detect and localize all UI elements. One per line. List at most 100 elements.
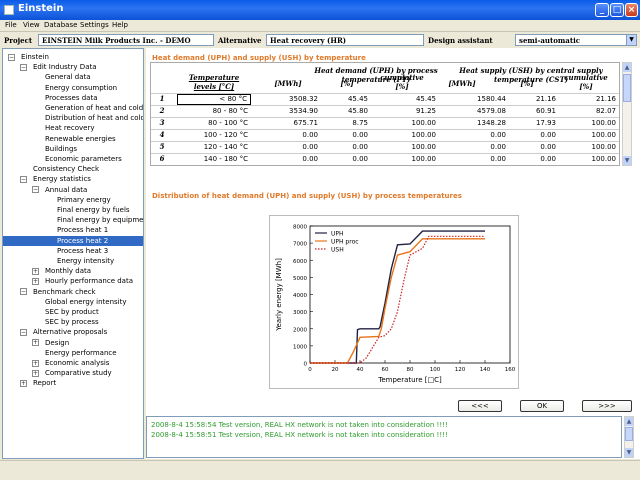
table-cell[interactable]: 45.45 — [371, 94, 439, 105]
table-cell[interactable]: 675.71 — [251, 118, 321, 129]
table-cell[interactable]: 1580.44 — [439, 94, 509, 105]
tree-item[interactable]: SEC by product — [43, 307, 101, 317]
tree-item[interactable]: Report — [31, 378, 58, 388]
temperature-cell[interactable]: 120 - 140 °C — [177, 142, 251, 153]
table-cell[interactable]: 82.07 — [559, 106, 619, 117]
expand-icon[interactable]: + — [32, 267, 39, 275]
collapse-icon[interactable]: − — [20, 288, 27, 296]
tree-item[interactable]: General data — [43, 72, 93, 82]
navigation-tree[interactable]: − Einstein − Edit Industry Data General data… — [2, 48, 144, 459]
temperature-cell[interactable]: 140 - 180 °C — [177, 154, 251, 165]
collapse-icon[interactable]: − — [32, 186, 39, 194]
tree-item[interactable]: Final energy by equipment — [55, 215, 143, 225]
tree-item[interactable]: Final energy by fuels — [55, 205, 132, 215]
tree-item[interactable]: SEC by process — [43, 317, 101, 327]
next-button[interactable]: >>> — [582, 400, 632, 412]
tree-item[interactable]: Economic analysis — [43, 358, 111, 368]
table-cell[interactable]: 60.91 — [509, 106, 559, 117]
tree-item[interactable]: Distribution of heat and cold — [43, 113, 143, 123]
table-cell[interactable]: 17.93 — [509, 118, 559, 129]
table-cell[interactable]: 0.00 — [321, 142, 371, 153]
scroll-thumb[interactable] — [625, 427, 633, 441]
table-cell[interactable]: 0.00 — [321, 130, 371, 141]
tree-item[interactable]: Consistency Check — [31, 164, 101, 174]
menu-database[interactable]: Database — [44, 21, 77, 29]
table-cell[interactable]: 3534.90 — [251, 106, 321, 117]
ok-button[interactable]: OK — [520, 400, 564, 412]
tree-item[interactable]: Comparative study — [43, 368, 114, 378]
tree-item[interactable]: Buildings — [43, 144, 79, 154]
tree-item[interactable]: Energy consumption — [43, 83, 119, 93]
tree-item[interactable]: Renewable energies — [43, 134, 118, 144]
tree-item[interactable]: Processes data — [43, 93, 100, 103]
table-cell[interactable]: 0.00 — [439, 142, 509, 153]
table-cell[interactable]: 8.75 — [321, 118, 371, 129]
table-cell[interactable]: 0.00 — [439, 130, 509, 141]
menu-file[interactable]: File — [5, 21, 17, 29]
collapse-icon[interactable]: − — [20, 175, 27, 183]
table-cell[interactable]: 100.00 — [371, 142, 439, 153]
close-icon[interactable]: × — [625, 3, 638, 17]
table-cell[interactable]: 21.16 — [559, 94, 619, 105]
table-cell[interactable]: 1348.28 — [439, 118, 509, 129]
tree-item[interactable]: Heat recovery — [43, 123, 96, 133]
tree-item[interactable]: Design — [43, 338, 71, 348]
table-cell[interactable]: 100.00 — [371, 118, 439, 129]
minimize-icon[interactable]: _ — [595, 3, 609, 17]
tree-item[interactable]: Energy statistics — [31, 174, 93, 184]
tree-item[interactable]: Edit Industry Data — [31, 62, 99, 72]
menu-view[interactable]: View — [23, 21, 40, 29]
collapse-icon[interactable]: − — [20, 63, 27, 71]
expand-icon[interactable]: + — [32, 339, 39, 347]
tree-item[interactable]: Process heat 3 — [55, 246, 110, 256]
table-scrollbar[interactable]: ▲ ▼ — [622, 62, 632, 166]
expand-icon[interactable]: + — [20, 379, 27, 387]
temperature-cell[interactable]: 80 - 80 °C — [177, 106, 251, 117]
scroll-down-icon[interactable]: ▼ — [623, 156, 631, 165]
scroll-up-icon[interactable]: ▲ — [623, 63, 631, 72]
log-scrollbar[interactable]: ▲ ▼ — [624, 416, 634, 458]
maximize-icon[interactable]: □ — [610, 3, 624, 17]
table-row[interactable] — [151, 165, 620, 166]
chevron-down-icon[interactable]: ▼ — [626, 35, 636, 45]
temperature-cell[interactable]: 80 - 100 °C — [177, 118, 251, 129]
tree-item[interactable]: Alternative proposals — [31, 327, 109, 337]
project-field[interactable]: EINSTEIN Milk Products Inc. - DEMO — [38, 34, 214, 46]
menu-help[interactable]: Help — [112, 21, 128, 29]
tree-item[interactable]: Economic parameters — [43, 154, 124, 164]
table-cell[interactable]: 0.00 — [509, 142, 559, 153]
table-cell[interactable]: 100.00 — [371, 154, 439, 165]
table-cell[interactable]: 91.25 — [371, 106, 439, 117]
menu-settings[interactable]: Settings — [80, 21, 109, 29]
table-cell[interactable]: 0.00 — [251, 142, 321, 153]
table-cell[interactable]: 100.00 — [559, 118, 619, 129]
tree-item[interactable]: Energy intensity — [55, 256, 116, 266]
table-cell[interactable]: 45.45 — [321, 94, 371, 105]
table-cell[interactable]: 21.16 — [509, 94, 559, 105]
scroll-down-icon[interactable]: ▼ — [625, 448, 633, 457]
scroll-thumb[interactable] — [623, 74, 631, 102]
design-assistant-select[interactable]: semi-automatic ▼ — [515, 34, 637, 46]
temperature-cell[interactable]: < 80 °C — [177, 94, 251, 105]
tree-item[interactable]: Monthly data — [43, 266, 93, 276]
table-cell[interactable]: 0.00 — [509, 130, 559, 141]
table-cell[interactable]: 0.00 — [251, 130, 321, 141]
prev-button[interactable]: <<< — [458, 400, 502, 412]
alternative-field[interactable]: Heat recovery (HR) — [266, 34, 424, 46]
table-cell[interactable]: 0.00 — [251, 154, 321, 165]
table-cell[interactable]: 100.00 — [559, 154, 619, 165]
collapse-icon[interactable]: − — [20, 328, 27, 336]
tree-item[interactable]: Einstein — [19, 52, 51, 62]
table-cell[interactable]: 0.00 — [321, 154, 371, 165]
scroll-up-icon[interactable]: ▲ — [625, 417, 633, 426]
table-cell[interactable]: 45.80 — [321, 106, 371, 117]
expand-icon[interactable]: + — [32, 359, 39, 367]
tree-item[interactable]: Process heat 1 — [55, 225, 110, 235]
expand-icon[interactable]: + — [32, 277, 39, 285]
table-cell[interactable]: 4579.08 — [439, 106, 509, 117]
tree-item[interactable]: Hourly performance data — [43, 276, 135, 286]
collapse-icon[interactable]: − — [8, 53, 15, 61]
expand-icon[interactable]: + — [32, 369, 39, 377]
table-cell[interactable]: 3508.32 — [251, 94, 321, 105]
table-cell[interactable]: 100.00 — [371, 130, 439, 141]
